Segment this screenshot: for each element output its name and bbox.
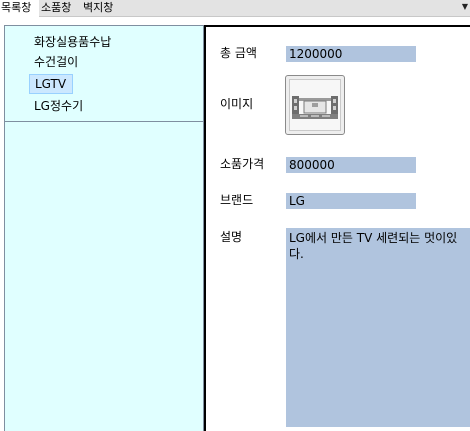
brand-label: 브랜드 [220,193,254,207]
item-listbox[interactable]: 화장실용품수납 수건걸이 LGTV LG정수기 [5,26,203,122]
list-item-selected[interactable]: LGTV [29,74,74,94]
list-item[interactable]: 화장실용품수납 [29,32,117,52]
description-label: 설명 [220,230,243,244]
detail-panel: 총 금액 1200000 이미지 소품가격 800000 브랜드 LG 설명 L… [204,25,470,431]
list-item[interactable]: 수건걸이 [29,52,84,72]
tv-image-icon [289,79,341,131]
total-price-label: 총 금액 [220,46,257,60]
brand-value: LG [286,193,416,209]
item-price-label: 소품가격 [220,157,265,171]
item-price-value: 800000 [286,157,416,173]
image-button[interactable] [285,75,345,135]
chevron-down-icon[interactable]: ▼ [462,0,468,14]
tab-list[interactable]: 목록창 [0,0,39,17]
tab-strip: 목록창 소품창 벽지창 ▼ [0,0,470,17]
tab-wallpaper[interactable]: 벽지창 [82,0,120,17]
tab-props[interactable]: 소품창 [40,0,81,17]
total-price-value: 1200000 [286,46,416,62]
image-label: 이미지 [220,97,254,111]
list-item[interactable]: LG정수기 [29,96,89,116]
description-textbox[interactable]: LG에서 만든 TV 세련되는 멋이있다. [286,228,470,427]
left-panel: 화장실용품수납 수건걸이 LGTV LG정수기 [4,25,204,431]
